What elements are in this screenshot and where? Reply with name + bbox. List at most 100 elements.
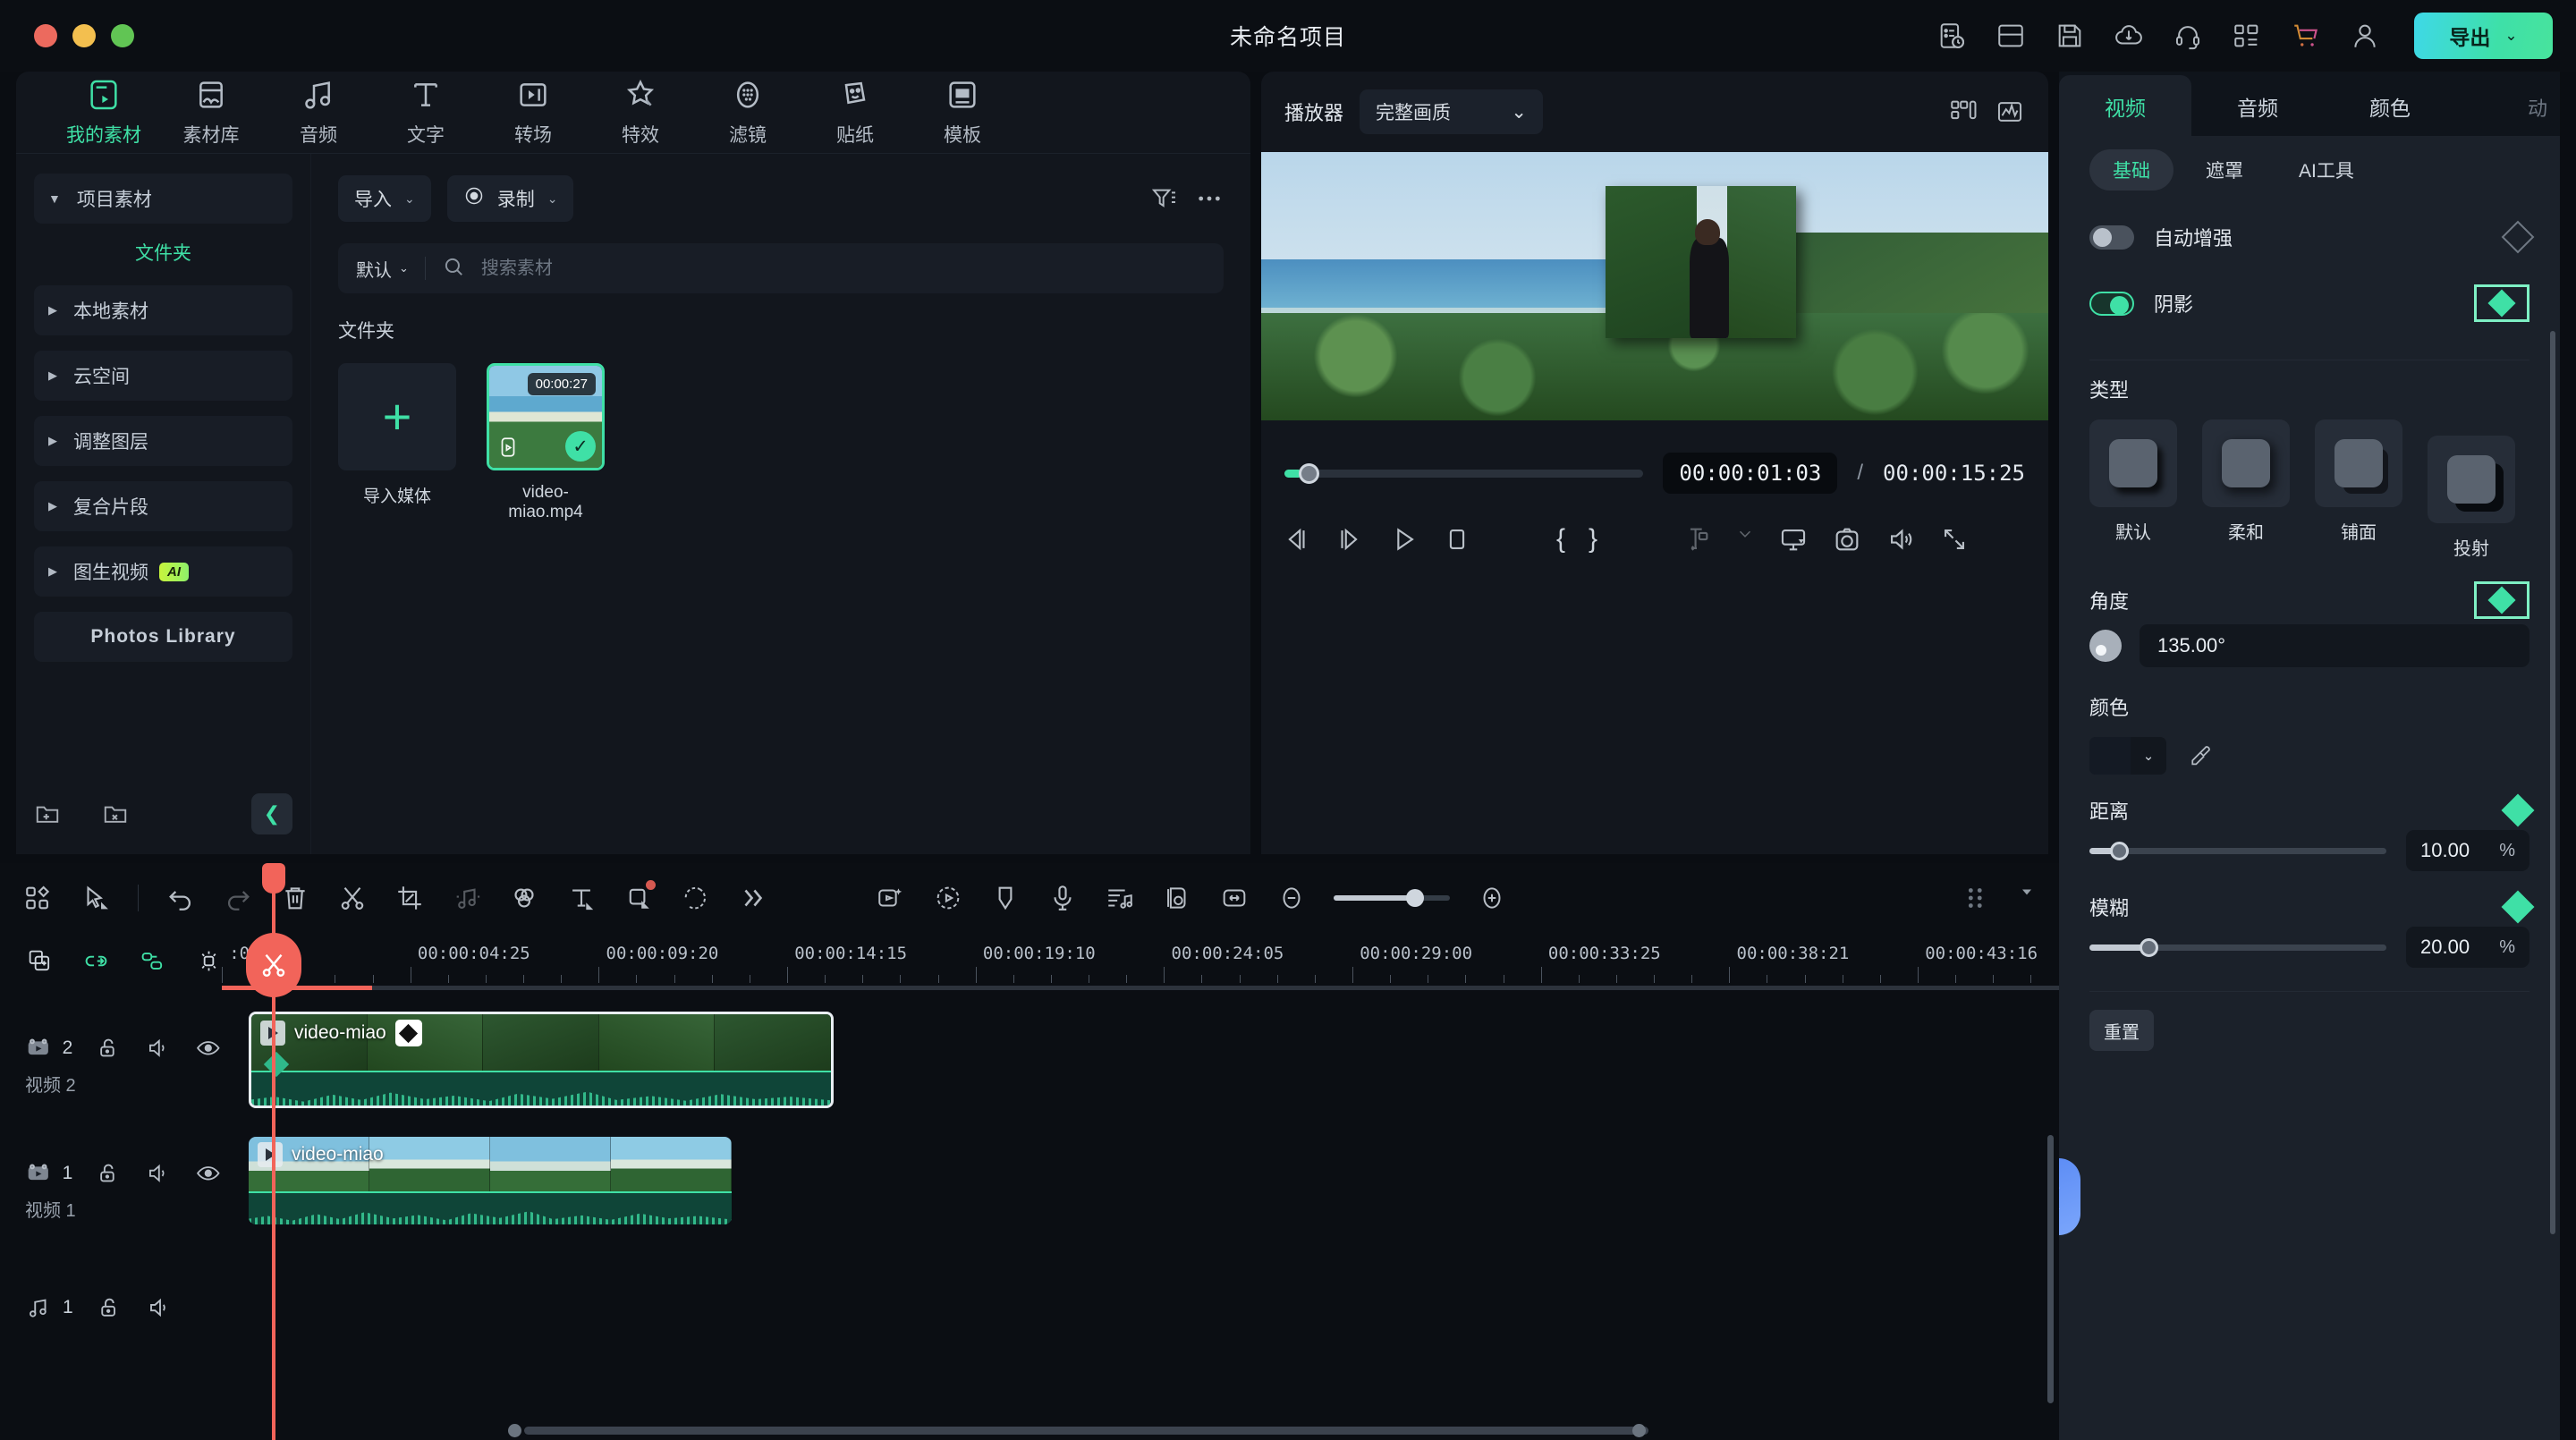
timeline-zoom-slider[interactable] [1334,889,1450,907]
import-media-button[interactable]: + [338,363,456,470]
tab-my-media[interactable]: 我的素材 [50,77,157,148]
timeline-options-chevron-icon[interactable] [2018,883,2036,913]
table-row[interactable]: video-miao [249,1137,732,1224]
stop-button[interactable] [1442,524,1472,555]
current-timecode[interactable]: 00:00:01:03 [1663,453,1838,494]
lock-icon[interactable] [96,1035,123,1062]
undo-icon[interactable] [165,883,196,913]
zoom-out-icon[interactable] [1276,883,1307,913]
seek-slider[interactable] [1284,462,1644,484]
filter-sort-icon[interactable] [1150,184,1179,213]
cloud-upload-icon[interactable] [2114,21,2144,51]
chevron-down-icon[interactable]: ▼ [48,191,61,206]
shadow-type-soft[interactable]: 柔和 [2202,419,2290,560]
sidebar-item-folder[interactable]: 文件夹 [34,239,292,266]
add-shape-icon[interactable] [623,880,656,913]
tab-audio[interactable]: 音频 [2191,91,2324,136]
visibility-icon[interactable] [195,1035,222,1062]
playhead-handle[interactable] [262,863,285,894]
clip-keyframe-badge-icon[interactable] [394,1020,422,1046]
shadow-keyframe-button[interactable] [2474,284,2529,322]
fit-timeline-icon[interactable] [1219,883,1250,913]
blur-slider[interactable] [2089,937,2386,957]
render-preview-button[interactable] [1682,524,1712,555]
prev-frame-button[interactable] [1281,524,1311,555]
select-tool-icon[interactable] [80,883,111,913]
collapse-panel-icon[interactable]: ❮ [251,793,292,834]
track-video-icon[interactable] [25,1160,52,1187]
snapshot-button[interactable] [1832,524,1862,555]
chevron-right-icon[interactable]: ▶ [48,303,57,318]
shadow-type-default[interactable]: 默认 [2089,419,2177,560]
search-input[interactable] [480,258,1206,279]
redo-icon[interactable] [223,883,253,913]
track-video-icon[interactable] [25,1035,52,1062]
crop-icon[interactable] [394,883,425,913]
subtab-basic[interactable]: 基础 [2089,149,2174,191]
chevron-down-icon[interactable]: ⌄ [399,261,409,275]
more-options-icon[interactable] [1195,184,1224,213]
marker-icon[interactable] [990,883,1021,913]
audio-detach-icon[interactable] [452,883,482,913]
track-audio-icon[interactable] [25,1294,52,1321]
mute-icon[interactable] [147,1294,174,1321]
volume-button[interactable] [1885,524,1916,555]
delete-folder-icon[interactable] [102,800,129,827]
tab-text[interactable]: 文字 [372,77,479,148]
mask-icon[interactable] [681,883,711,913]
chevron-right-icon[interactable]: ▶ [48,434,57,448]
split-view-icon[interactable] [1948,97,1979,127]
tab-filter[interactable]: 滤镜 [694,77,801,148]
tab-template[interactable]: 模板 [909,77,1016,148]
tab-effects[interactable]: 特效 [587,77,694,148]
shadow-type-cast[interactable]: 投射 [2428,436,2515,560]
shadow-toggle[interactable] [2089,291,2134,316]
scissors-icon[interactable] [246,933,301,997]
sidebar-item-project-media[interactable]: ▼ 项目素材 [34,174,292,224]
picture-in-picture-overlay[interactable] [1606,186,1796,338]
auto-highlight-icon[interactable] [196,948,222,977]
mute-icon[interactable] [146,1035,173,1062]
delete-icon[interactable] [280,883,310,913]
subtab-mask[interactable]: 遮罩 [2182,149,2267,191]
chevron-down-icon[interactable]: ⌄ [2131,748,2166,764]
record-button[interactable]: 录制 ⌄ [446,175,574,222]
auto-enhance-keyframe-icon[interactable] [2501,220,2535,254]
shadow-color-dropdown[interactable]: ⌄ [2089,737,2166,775]
distance-keyframe-icon[interactable] [2501,793,2535,827]
chevron-down-icon[interactable]: ⌄ [547,191,558,207]
split-icon[interactable] [337,883,368,913]
eyedropper-icon[interactable] [2188,743,2213,768]
motion-tracking-icon[interactable] [933,883,963,913]
cart-icon[interactable] [2291,21,2321,51]
angle-keyframe-button[interactable] [2474,581,2529,619]
support-headset-icon[interactable] [2173,21,2203,51]
sidebar-item-compound-clip[interactable]: ▶ 复合片段 [34,481,292,531]
playhead[interactable] [246,863,301,1440]
clip-play-icon[interactable] [258,1142,283,1167]
visibility-icon[interactable] [195,1160,222,1187]
timeline-vertical-scrollbar[interactable] [2047,1135,2054,1403]
lock-icon[interactable] [96,1160,123,1187]
chevron-right-icon[interactable]: ▶ [48,499,57,513]
layout-icon[interactable] [1996,21,2026,51]
table-row[interactable]: video-miao [249,1012,834,1108]
distance-slider[interactable] [2089,841,2386,860]
render-dropdown-button[interactable] [1735,524,1755,555]
angle-input[interactable]: 135.00° [2140,624,2529,667]
play-button[interactable] [1388,524,1419,555]
import-button[interactable]: 导入 ⌄ [338,175,431,222]
subtab-ai-tools[interactable]: AI工具 [2275,149,2377,191]
track-lanes[interactable]: video-miao video-miao [222,863,2059,1440]
tab-audio[interactable]: 音频 [265,77,372,148]
preview-monitor[interactable] [1261,152,2048,420]
account-icon[interactable] [2350,21,2380,51]
sidebar-item-photos-library[interactable]: Photos Library [34,612,292,662]
link-clips-icon[interactable] [83,948,109,977]
timeline-ruler[interactable]: :00:0000:00:04:2500:00:09:2000:00:14:150… [222,933,2059,992]
next-frame-button[interactable] [1335,524,1365,555]
fullscreen-button[interactable] [1939,524,1970,555]
save-icon[interactable] [2055,21,2085,51]
seek-handle[interactable] [1299,462,1320,484]
zoom-in-icon[interactable] [1477,883,1507,913]
